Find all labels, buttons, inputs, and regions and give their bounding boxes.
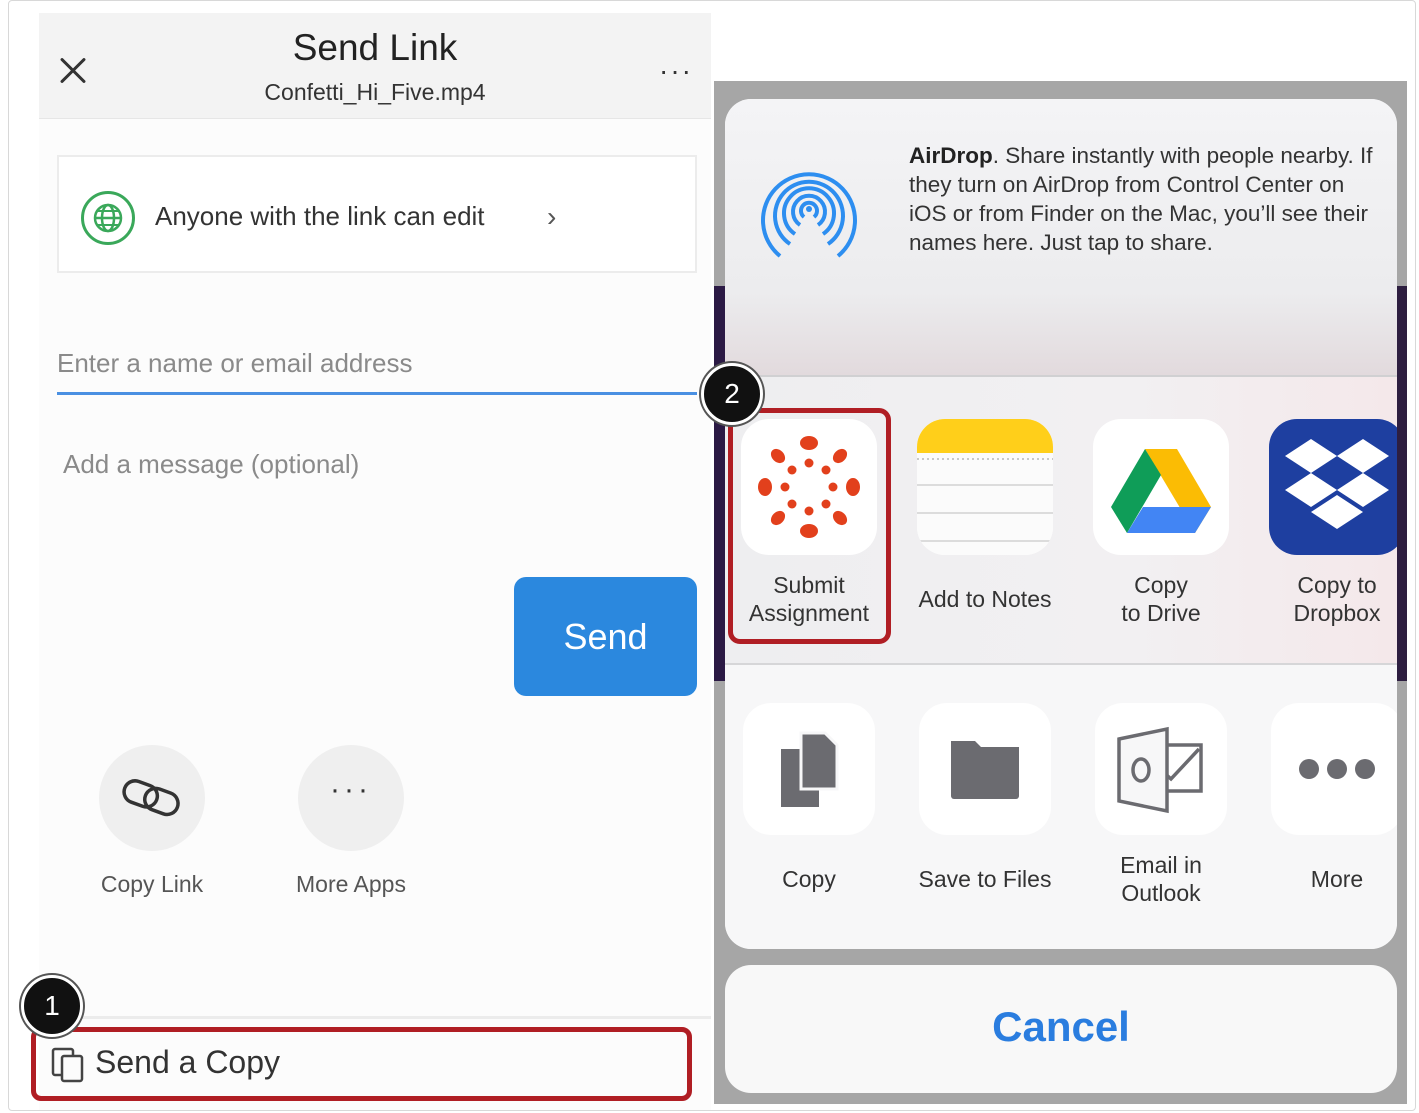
screenshot-frame: Send Link Confetti_Hi_Five.mp4 ··· Anyon… (8, 0, 1416, 1111)
copy-link-action[interactable]: Copy Link (72, 745, 232, 898)
notes-icon (917, 419, 1053, 555)
more-action[interactable]: More (1257, 703, 1397, 893)
step-2-highlight (728, 408, 891, 644)
page-title: Send Link (292, 27, 458, 68)
app-label: Copy to Drive (1121, 572, 1201, 626)
globe-icon (81, 191, 135, 245)
cancel-button[interactable]: Cancel (725, 965, 1397, 1093)
message-field[interactable] (63, 449, 693, 569)
email-field[interactable] (57, 335, 697, 395)
more-dots-icon: ··· (298, 745, 404, 851)
save-to-files-action[interactable]: Save to Files (905, 703, 1065, 893)
cancel-label: Cancel (992, 1003, 1130, 1050)
overflow-menu-icon[interactable]: ··· (659, 55, 693, 87)
chevron-right-icon: › (547, 201, 557, 232)
action-label: Email in Outlook (1120, 852, 1202, 906)
link-permission-row[interactable]: Anyone with the link can edit › (57, 155, 697, 273)
folder-icon (919, 703, 1051, 835)
step-1-badge: 1 (21, 975, 83, 1037)
email-in-outlook-action[interactable]: Email in Outlook (1081, 703, 1241, 907)
action-label: More (1310, 866, 1364, 892)
outlook-icon (1095, 703, 1227, 835)
send-link-header: Send Link Confetti_Hi_Five.mp4 ··· (39, 13, 711, 119)
copy-icon (743, 703, 875, 835)
share-actions-row: Copy Save to Files Email in Outlook More (725, 665, 1397, 949)
copy-link-label: Copy Link (100, 871, 204, 897)
send-button[interactable]: Send (514, 577, 697, 696)
app-label: Add to Notes (918, 586, 1052, 612)
action-label: Save to Files (918, 866, 1052, 892)
airdrop-description: AirDrop. Share instantly with people nea… (909, 143, 1373, 255)
more-dots-icon (1271, 703, 1397, 835)
step-2-badge: 2 (701, 363, 763, 425)
action-label: Copy (782, 866, 836, 892)
link-icon (99, 745, 205, 851)
link-permission-label: Anyone with the link can edit (155, 201, 485, 231)
more-apps-label: More Apps (296, 871, 406, 897)
step-1-highlight (31, 1027, 692, 1101)
copy-action[interactable]: Copy (729, 703, 889, 893)
google-drive-icon (1093, 419, 1229, 555)
dropbox-icon (1269, 419, 1397, 555)
more-apps-action[interactable]: ··· More Apps (271, 745, 431, 898)
file-name: Confetti_Hi_Five.mp4 (264, 79, 486, 105)
divider (39, 1016, 711, 1019)
copy-to-drive-app[interactable]: Copy to Drive (1081, 419, 1241, 627)
airdrop-section: AirDrop. Share instantly with people nea… (725, 99, 1397, 377)
add-to-notes-app[interactable]: Add to Notes (905, 419, 1065, 613)
copy-to-dropbox-app[interactable]: Copy to Dropbox (1257, 419, 1397, 627)
airdrop-icon[interactable] (749, 149, 869, 274)
app-label: Copy to Dropbox (1293, 572, 1381, 626)
send-link-panel: Send Link Confetti_Hi_Five.mp4 ··· Anyon… (39, 13, 711, 1110)
